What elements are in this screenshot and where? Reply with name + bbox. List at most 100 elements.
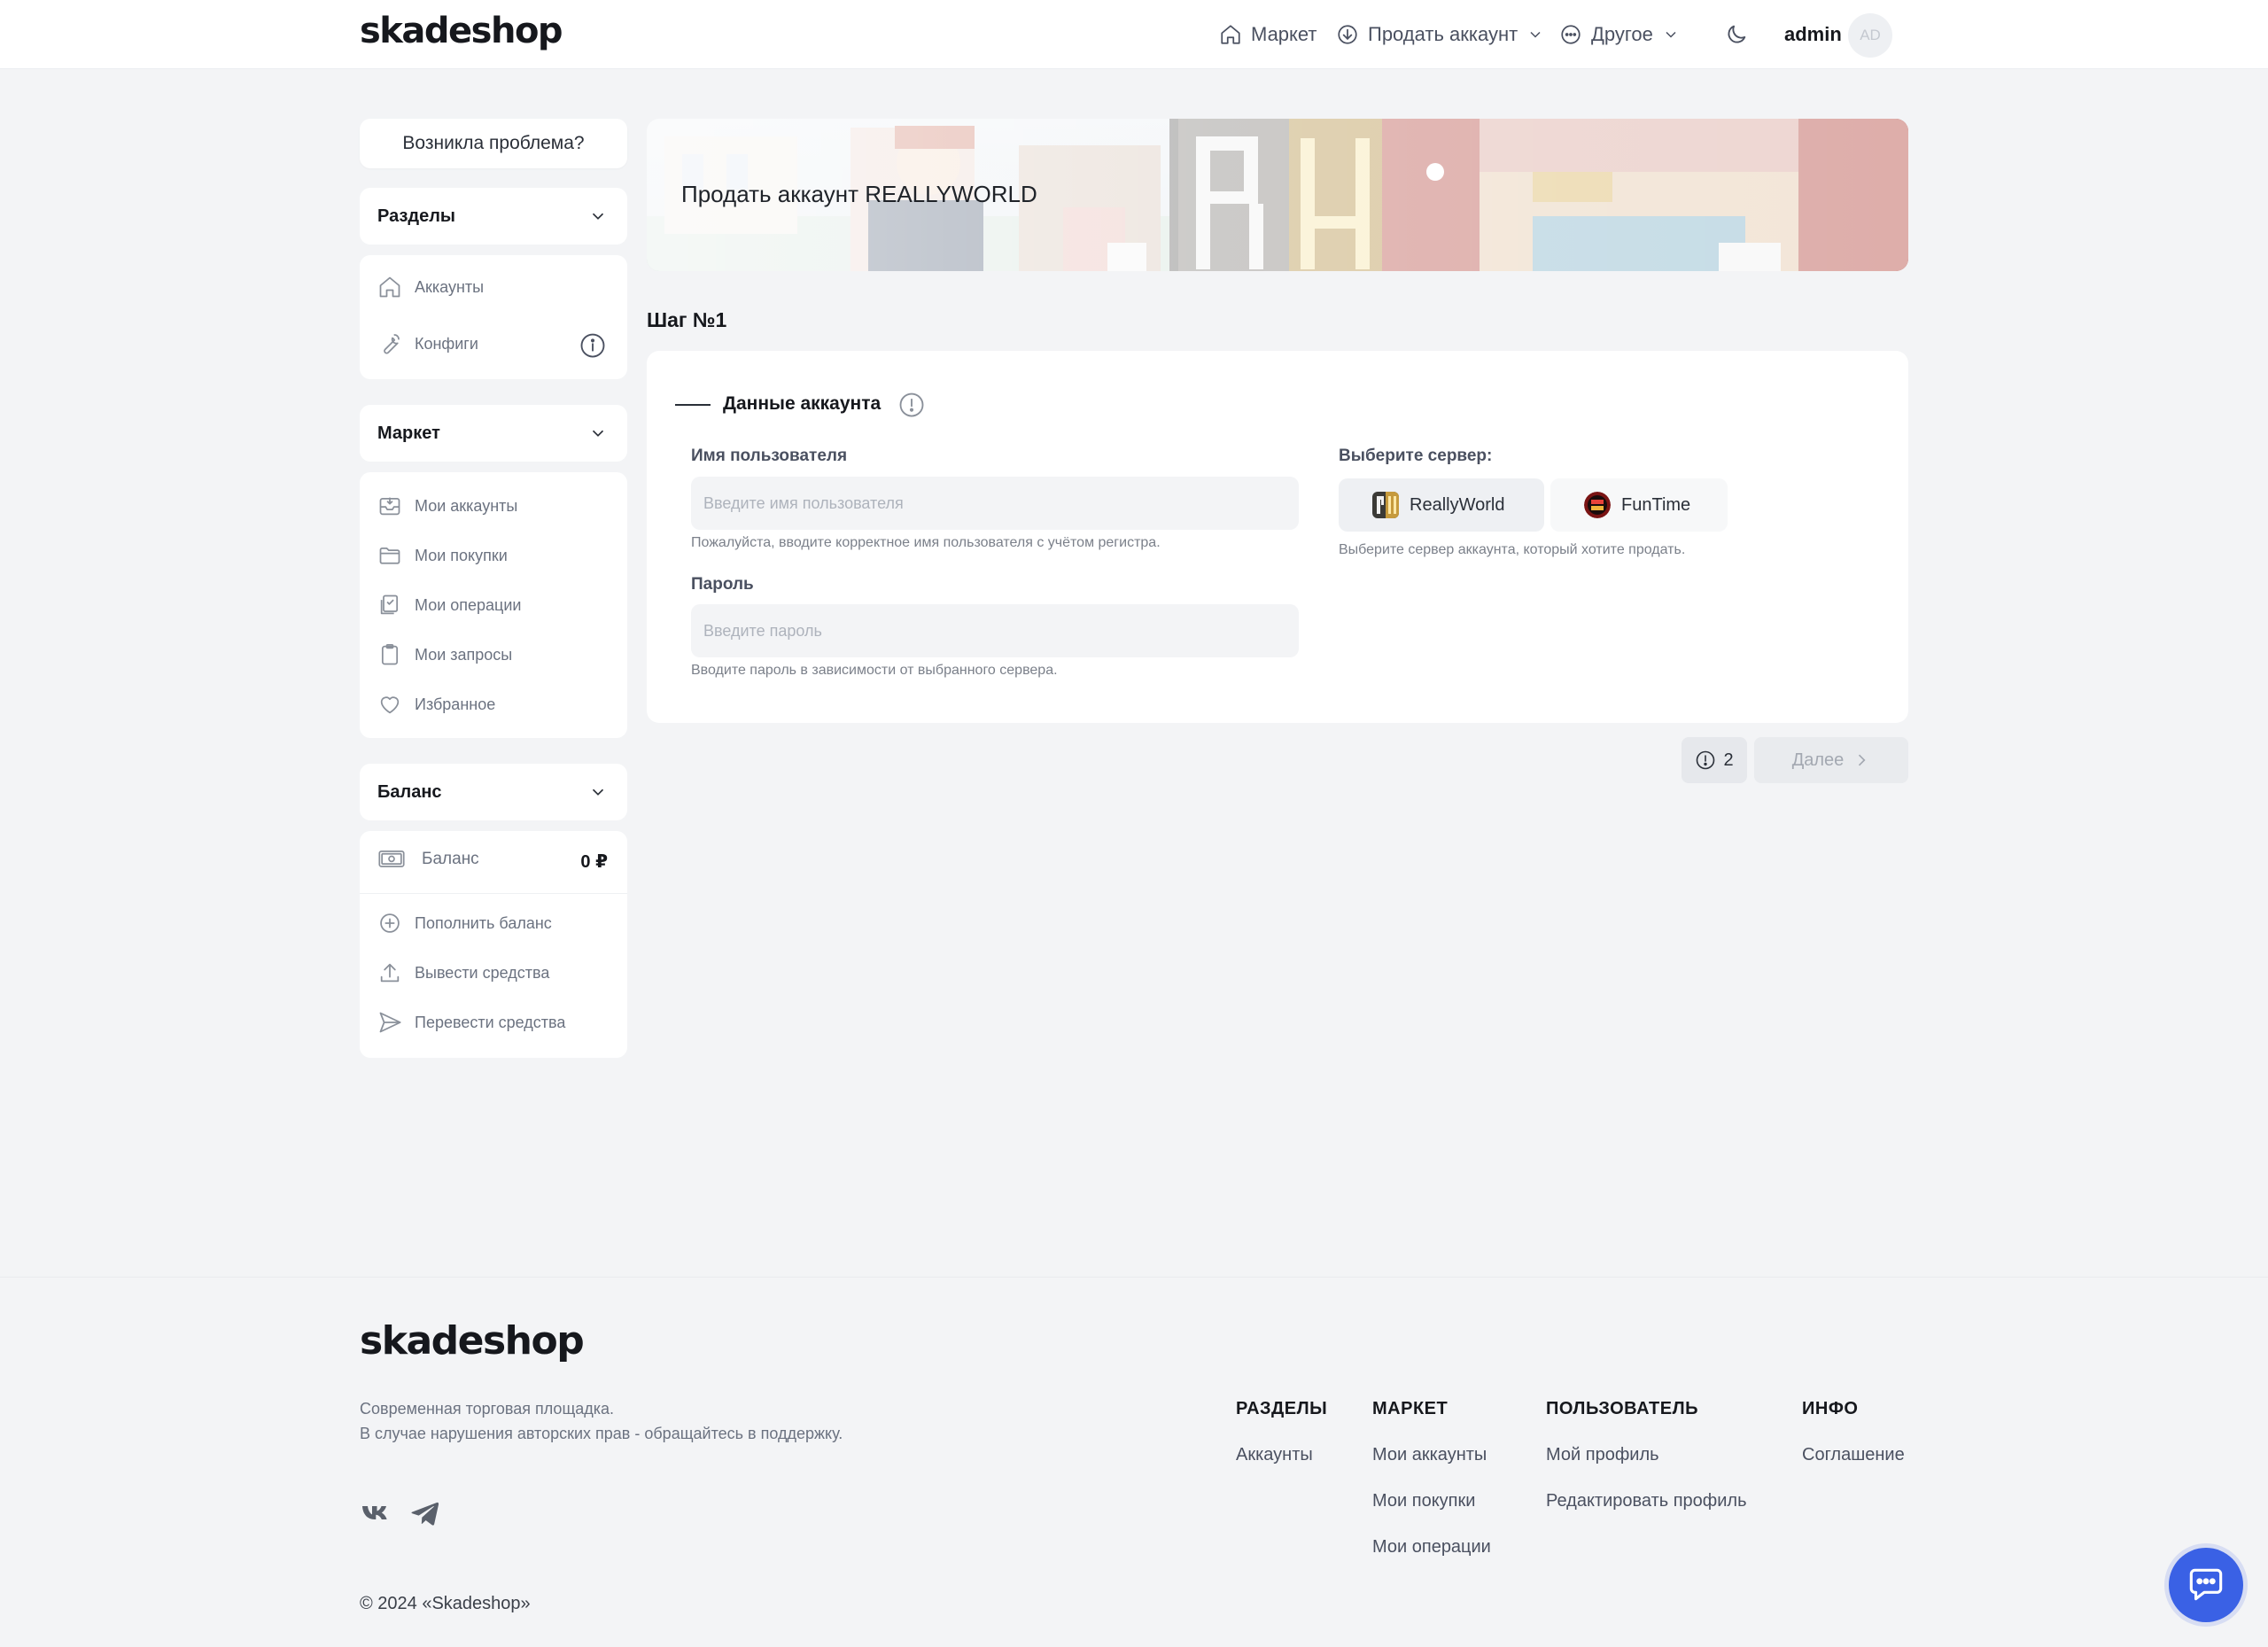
- form-section-title: Данные аккаунта: [723, 393, 882, 414]
- site-logo[interactable]: skadeshop: [360, 11, 563, 51]
- footer-link-agreement[interactable]: Соглашение: [1802, 1445, 1905, 1465]
- reallyworld-logo-icon: [1372, 492, 1399, 518]
- footer-link-my-purchases[interactable]: Мои покупки: [1372, 1491, 1475, 1511]
- market-header[interactable]: Маркет: [360, 405, 627, 462]
- sidebar-item-topup[interactable]: Пополнить баланс: [377, 911, 552, 936]
- sidebar-item-transfer[interactable]: Перевести средства: [377, 1010, 565, 1035]
- info-icon[interactable]: [579, 332, 606, 359]
- errors-button[interactable]: 2: [1682, 737, 1747, 783]
- footer-link-my-operations[interactable]: Мои операции: [1372, 1537, 1491, 1558]
- sidebar-item-accounts[interactable]: Аккаунты: [377, 275, 484, 299]
- moon-icon[interactable]: [1724, 22, 1749, 47]
- account-data-form: Данные аккаунта Имя пользователя Пожалуй…: [647, 351, 1908, 723]
- chat-icon: [2184, 1563, 2228, 1607]
- errors-count: 2: [1723, 750, 1734, 770]
- password-hint: Вводите пароль в зависимости от выбранно…: [691, 663, 1058, 678]
- avatar[interactable]: AD: [1848, 13, 1892, 58]
- telegram-icon[interactable]: [409, 1497, 441, 1529]
- balance-label: Баланс: [422, 850, 479, 868]
- server-label: Выберите сервер:: [1339, 447, 1493, 465]
- inbox-icon: [377, 493, 402, 518]
- password-input[interactable]: [691, 604, 1299, 657]
- chevron-down-icon: [588, 782, 608, 802]
- balance-row: Баланс: [377, 847, 479, 872]
- balance-title: Баланс: [377, 781, 442, 802]
- more-circle-icon: [1559, 23, 1582, 46]
- wallet-icon: [377, 847, 406, 872]
- home-icon: [377, 275, 402, 299]
- username-label: Имя пользователя: [691, 447, 848, 465]
- sidebar-item-label: Мои аккаунты: [415, 496, 518, 515]
- footer-col-title-sections: РАЗДЕЛЫ: [1236, 1399, 1328, 1418]
- chevron-down-icon: [588, 206, 608, 226]
- funtime-logo-icon: [1584, 492, 1611, 518]
- sidebar-item-label: Пополнить баланс: [415, 913, 552, 932]
- footer-logo[interactable]: skadeshop: [360, 1318, 585, 1363]
- sidebar-item-label: Мои запросы: [415, 645, 513, 664]
- next-label: Далее: [1791, 750, 1845, 770]
- nav-sell-label: Продать аккаунт: [1368, 23, 1518, 45]
- sections-header[interactable]: Разделы: [360, 188, 627, 245]
- nav-other-label: Другое: [1591, 23, 1653, 45]
- username[interactable]: admin: [1784, 23, 1842, 46]
- footer-copyright-note: В случае нарушения авторских прав - обра…: [360, 1425, 843, 1442]
- footer-link-accounts[interactable]: Аккаунты: [1236, 1445, 1313, 1465]
- nav-other[interactable]: Другое: [1559, 0, 1680, 69]
- nav-sell-account[interactable]: Продать аккаунт: [1336, 0, 1544, 69]
- divider: [360, 893, 627, 894]
- copyright: © 2024 «Skadeshop»: [360, 1594, 531, 1613]
- alert-circle-icon: [1695, 750, 1716, 771]
- sidebar-item-my-operations[interactable]: Мои операции: [377, 593, 521, 618]
- chevron-right-icon: [1852, 751, 1870, 769]
- footer-link-my-profile[interactable]: Мой профиль: [1546, 1445, 1659, 1465]
- step-title: Шаг №1: [647, 308, 727, 331]
- market-title: Маркет: [377, 423, 440, 443]
- info-icon[interactable]: [898, 392, 925, 418]
- sidebar-item-my-accounts[interactable]: Мои аккаунты: [377, 493, 517, 518]
- sidebar-item-label: Конфиги: [415, 334, 478, 353]
- sidebar-item-configs[interactable]: Конфиги: [377, 331, 478, 356]
- server-option-label: FunTime: [1621, 494, 1691, 515]
- sidebar-item-label: Аккаунты: [415, 277, 485, 296]
- send-icon: [377, 1010, 402, 1035]
- sell-banner: Продать аккаунт REALLYWORLD: [647, 119, 1908, 271]
- next-button[interactable]: Далее: [1754, 737, 1908, 783]
- sidebar-item-label: Избранное: [415, 695, 496, 713]
- home-icon: [1219, 23, 1242, 46]
- password-label: Пароль: [691, 575, 754, 594]
- sidebar-item-favorites[interactable]: Избранное: [377, 692, 495, 717]
- sections-list: Аккаунты Конфиги: [360, 255, 627, 379]
- operations-icon: [377, 593, 402, 618]
- balance-header[interactable]: Баланс: [360, 764, 627, 820]
- download-circle-icon: [1336, 23, 1359, 46]
- support-chat-button[interactable]: [2169, 1548, 2243, 1622]
- plus-circle-icon: [377, 911, 402, 936]
- legend-divider: [675, 404, 711, 406]
- sidebar-item-label: Вывести средства: [415, 963, 550, 982]
- sections-title: Разделы: [377, 206, 455, 226]
- server-option-reallyworld[interactable]: ReallyWorld: [1339, 478, 1544, 532]
- chevron-down-icon: [1526, 26, 1544, 43]
- server-option-funtime[interactable]: FunTime: [1550, 478, 1728, 532]
- nav-market[interactable]: Маркет: [1219, 0, 1317, 69]
- clipboard-icon: [377, 642, 402, 667]
- balance-amount: 0 ₽: [580, 852, 608, 872]
- sidebar-item-my-purchases[interactable]: Мои покупки: [377, 543, 508, 568]
- sidebar-item-withdraw[interactable]: Вывести средства: [377, 960, 549, 985]
- wrench-icon: [377, 331, 402, 356]
- sidebar-item-label: Мои покупки: [415, 546, 508, 564]
- top-header: skadeshop Маркет Продать аккаунт Другое …: [0, 0, 2268, 69]
- banner-title: Продать аккаунт REALLYWORLD: [681, 181, 1037, 207]
- footer-col-title-user: ПОЛЬЗОВАТЕЛЬ: [1546, 1399, 1699, 1418]
- footer-link-edit-profile[interactable]: Редактировать профиль: [1546, 1491, 1747, 1511]
- balance-list: Баланс 0 ₽ Пополнить баланс Вывести сред…: [360, 831, 627, 1058]
- server-hint: Выберите сервер аккаунта, который хотите…: [1339, 542, 1686, 557]
- vk-icon[interactable]: [360, 1497, 392, 1529]
- upload-icon: [377, 960, 402, 985]
- sidebar-item-my-requests[interactable]: Мои запросы: [377, 642, 512, 667]
- username-input[interactable]: [691, 477, 1299, 530]
- sidebar-item-label: Перевести средства: [415, 1013, 566, 1031]
- footer-description: Современная торговая площадка.: [360, 1400, 615, 1418]
- footer-link-my-accounts[interactable]: Мои аккаунты: [1372, 1445, 1487, 1465]
- problem-button[interactable]: Возникла проблема?: [360, 119, 627, 168]
